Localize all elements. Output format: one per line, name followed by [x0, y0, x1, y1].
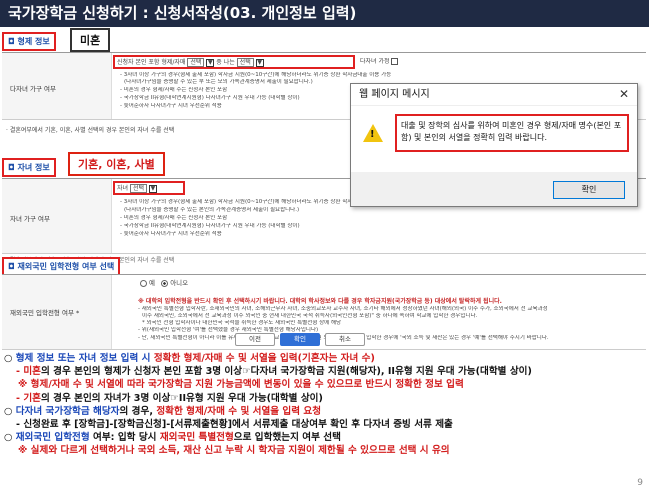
overseas-warning: ※ 대학의 입학전형을 반드시 확인 후 선택하시기 바랍니다. 대학의 학사정… [138, 298, 502, 305]
radio-yes[interactable] [140, 279, 147, 287]
multi-child-row-label: 다자녀 가구 여부 [10, 85, 56, 93]
bullet-line-5: ○ 다자녀 국가장학금 해당자의 경우, 정확한 형제/자매 수 및 서열을 입… [4, 405, 322, 417]
confirm-button[interactable]: 확인 [280, 333, 320, 346]
sibling-footnote: · 결혼여부에서 기혼, 이혼, 사별 선택의 경우 본인의 자녀 수를 선택 [6, 127, 175, 134]
callout-unmarried: 미혼 [70, 28, 111, 52]
bullet-line-3: ※ 형제/자매 수 및 서열에 따라 국가장학금 지원 가능금액에 변동이 있을… [18, 379, 464, 391]
sibling-note-3: - 미혼의 경우 형제/자매 수는 신청자 본인 포함 [120, 87, 228, 93]
sibling-order-select[interactable]: 선택 [236, 58, 254, 67]
overseas-note-5: - 단, 재외국민 특별전형이 아니라 이를 유사한 전형(국내 학교 졸업 학… [138, 335, 549, 341]
bullet-line-6: - 신청완료 후 [장학금]-[장학금신청]-[서류제출현황]에서 서류제출 대… [16, 418, 453, 430]
sibling-note-4: - 국가장학금 II유형(대학연계지원형) 다자녀가구 지원 우대 가능 (대학… [120, 95, 300, 101]
bullet-line-7: ○ 재외국민 입학전형 여부: 입학 당시 재외국민 특별전형으로 입학했는지 … [4, 432, 341, 444]
children-note-3: - 미혼의 경우 형제/자매 수는 신청자 본인 포함 [120, 215, 228, 221]
chevron-down-icon[interactable]: ▼ [148, 184, 157, 193]
explanation-bullets: ○ 형제 정보 또는 자녀 정보 입력 시 정확한 형제/자매 수 및 서열을 … [4, 352, 644, 458]
section-label-children: ◘ 자녀 정보 [2, 158, 56, 177]
section-marker-icon: ◘ [8, 37, 18, 46]
checkbox[interactable] [391, 58, 399, 65]
section-label-sibling: ◘ 형제 정보 [2, 32, 56, 51]
radio-no[interactable] [161, 279, 169, 287]
overseas-note-2: 이수 재외국민, 소외국에서 전 교육과정 이수 외국인 중 현재 대한민국 국… [142, 313, 478, 319]
callout-married: 기혼, 이혼, 사별 [68, 152, 165, 176]
dialog-title: 웹 페이지 메시지 [351, 84, 637, 106]
bullet-line-2: - 미혼의 경우 본인의 형제가 신청자 본인 포함 3명 이상☞다자녀 국가장… [16, 366, 532, 378]
children-note-2: (다자녀가구임을 증명할 수 있는 본인의 가족관계증명서 제출이 필요합니다.… [124, 207, 300, 213]
bullet-line-8: ※ 실제와 다르게 선택하거나 국외 소득, 재산 신고 누락 시 학자금 지원… [18, 445, 450, 457]
overseas-note-1: - 재외국민 특별전형 입학자란, 소재외국민의 자녀, 소해외근무자 자녀, … [138, 306, 548, 312]
dialog-ok-button[interactable]: 확인 [553, 181, 625, 199]
children-note-5: - 늦어준하자 다자녀가구 지녀 우선순위 적용 [120, 231, 222, 237]
sibling-count-select[interactable]: 선택 [187, 58, 205, 67]
dialog-message: 대출 및 장학의 심사를 위하여 미혼인 경우 형제/자매 명수(본인 포함) … [395, 114, 629, 152]
warning-icon-mark: ! [370, 129, 375, 140]
sibling-note-5: - 늦어준하자 다자녀가구 지녀 우선순위 적용 [120, 103, 222, 109]
children-row-label: 자녀 가구 여부 [10, 215, 51, 223]
children-note-4: - 국가장학금 II유형(대학연계지원형) 다자녀가구 지원 우대 가능 (대학… [120, 223, 300, 229]
section-marker-icon: ◘ [8, 163, 18, 172]
overseas-note-3: * 외국인 전형 입학자이나 대한민국 국적을 취득한 경우도 재외국민 특별전… [142, 320, 342, 326]
sibling-note-1: - 3자녀 이상 가구의 경우(형제 출제 포함) 학자금 지원(0~10구간)… [120, 72, 392, 78]
screenshot-area: ◘ 형제 정보 미혼 다자녀 가구 여부 신청자 본인 포함 형제/자매 선택 … [0, 28, 649, 350]
overseas-form-table: 재외국민 입학전형 여부 * 예 아니오 ※ 대학의 입학전형을 반드시 확인 … [2, 274, 646, 350]
sibling-note-2: (다자녀가구임을 증명할 수 있는 부 또는 모의 가족관계증명서 제출이 필요… [124, 79, 313, 85]
bullet-line-4: - 기혼의 경우 본인의 자녀가 3명 이상☞II유형 지원 우대 가능(대학별… [16, 392, 323, 404]
prev-button[interactable]: 이전 [235, 333, 275, 346]
children-count-select[interactable]: 선택 [129, 184, 148, 193]
section-marker-icon: ◘ [8, 262, 18, 271]
overseas-radio-group: 예 아니오 [140, 279, 188, 288]
page-number: 9 [637, 478, 643, 488]
dialog-footer: 확인 [351, 172, 637, 206]
cancel-button[interactable]: 취소 [325, 333, 365, 346]
close-icon[interactable]: ✕ [619, 87, 629, 101]
chevron-down-icon[interactable]: ▼ [255, 58, 264, 67]
page-title: 국가장학금 신청하기 : 신청서작성(03. 개인정보 입력) [0, 0, 649, 27]
children-select-row: 자녀 선택 ▼ [117, 184, 157, 193]
multi-child-checkbox-wrap[interactable]: 다자녀 가정 [360, 58, 399, 65]
bullet-line-1: ○ 형제 정보 또는 자녀 정보 입력 시 정확한 형제/자매 수 및 서열을 … [4, 353, 375, 364]
sibling-select-row: 신청자 본인 포함 형제/자매 선택 ▼ 중 나는 선택 ▼ [117, 58, 264, 67]
chevron-down-icon[interactable]: ▼ [206, 58, 215, 67]
web-page-message-dialog: 웹 페이지 메시지 ✕ ! 대출 및 장학의 심사를 위하여 미혼인 경우 형제… [350, 83, 638, 207]
overseas-row-label: 재외국민 입학전형 여부 * [10, 309, 80, 317]
